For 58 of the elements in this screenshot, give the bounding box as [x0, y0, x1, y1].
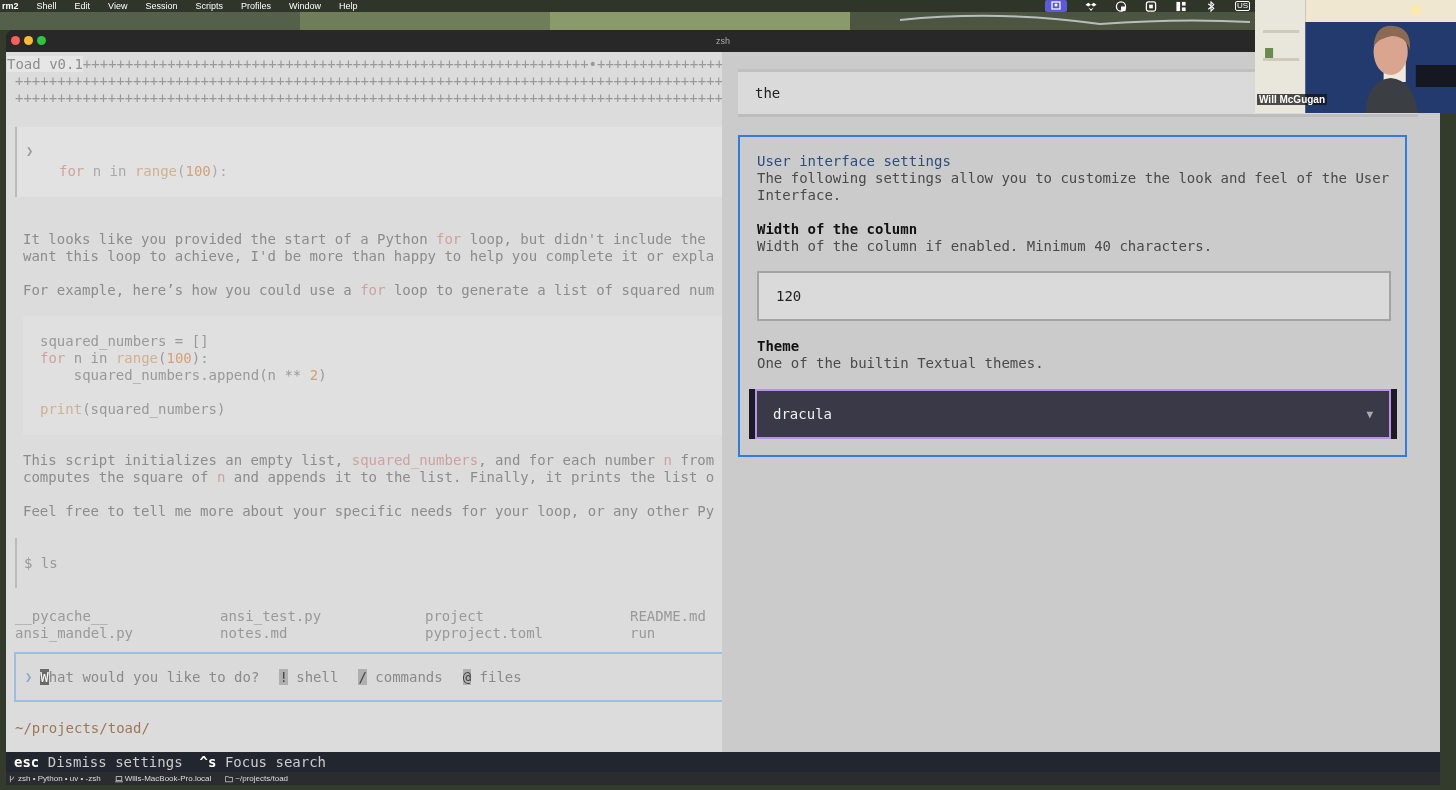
maximize-icon[interactable]: [37, 36, 46, 45]
app-title: Toad v0.1: [7, 56, 83, 72]
settings-description: The following settings allow you to customize the look and feel of the User Interface.: [757, 170, 1391, 204]
menu-item[interactable]: Profiles: [240, 1, 271, 11]
menu-item[interactable]: Window: [288, 1, 321, 11]
key-binding[interactable]: ^s Focus search: [199, 754, 327, 770]
file-name: README.md: [630, 608, 707, 625]
response-text: Feel free to tell me more about your specific needs for your loop, or any other Py: [23, 503, 715, 520]
folder-icon: [225, 774, 234, 783]
setting-help: One of the builtin Textual themes.: [757, 355, 1045, 372]
code-line: print(squared_numbers): [40, 401, 226, 417]
minimize-icon[interactable]: [24, 36, 33, 45]
status-text: Wills-MacBook-Pro.local: [124, 774, 212, 783]
menu-item[interactable]: Edit: [74, 1, 91, 11]
menu-item[interactable]: Scripts: [195, 1, 223, 11]
laptop-icon: [114, 774, 123, 783]
menu-item[interactable]: Help: [339, 1, 358, 11]
response-text: want this loop to achieve, I'd be more than happy to help you complete it or expla: [23, 248, 715, 265]
contact-card-icon[interactable]: [1044, 0, 1067, 12]
window-title: zsh: [716, 36, 730, 46]
number-field[interactable]: 120: [757, 271, 1391, 321]
response-text: For example, here’s how you could use a for loop to generate a list of squared num: [23, 282, 715, 299]
prompt-marker: ❯: [26, 143, 34, 160]
menu-item[interactable]: View: [108, 1, 128, 11]
code-line: squared_numbers.append(n ** 2): [72, 367, 327, 383]
file-name: notes.md: [220, 625, 289, 642]
menu-item[interactable]: Shell: [36, 1, 57, 11]
file-name: ansi_test.py: [220, 608, 323, 625]
key-binding[interactable]: esc Dismiss settings: [14, 754, 183, 770]
setting-label: Width of the column: [757, 221, 919, 238]
file-name: run: [630, 625, 657, 642]
code-line: for n in range(100):: [40, 350, 209, 366]
status-text: zsh • Python • uv • -zsh: [18, 774, 101, 783]
response-text: It looks like you provided the start of a Python for loop, but didn't include the: [23, 231, 706, 248]
branch-icon: [8, 774, 16, 783]
file-name: project: [425, 608, 485, 625]
status-text: ~/projects/toad: [235, 774, 289, 783]
response-text: computes the square of n and appends it to the list. Finally, it prints the list o: [23, 469, 715, 486]
banner-pattern: ++++++++++++++++++++++++++++++++++++++++++++++++++++++++++++++++++++++++++++++++++++: [15, 73, 722, 89]
code-line: squared_numbers = []: [40, 333, 209, 349]
settings-title: User interface settings: [757, 153, 952, 170]
setting-help: Width of the column if enabled. Minimum 40 characters.: [757, 238, 1214, 255]
banner-pattern: ++++++++++++++++++++++++++++++++++++++++++++++++++++++++++++++++++++++++++++++++++++: [15, 90, 722, 106]
file-name: __pycache__: [15, 608, 109, 625]
close-icon[interactable]: [11, 36, 20, 45]
response-text: This script initializes an empty list, squared_numbers, and for each number n from: [23, 452, 715, 469]
layout-icon[interactable]: [1174, 0, 1187, 12]
banner-pattern: ++++++++++++++++++++++++++++++++++++++++++++++++++++++++++++•+++++++++++++++: [82, 56, 722, 72]
working-directory: ~/projects/toad/: [15, 720, 151, 737]
menu-item[interactable]: Session: [145, 1, 178, 11]
setting-label: Theme: [757, 338, 801, 355]
square-icon[interactable]: [1144, 0, 1157, 12]
file-name: pyproject.toml: [425, 625, 544, 642]
app-menu[interactable]: rm2: [2, 1, 19, 11]
file-name: ansi_mandel.py: [15, 625, 134, 642]
input-source[interactable]: US: [1234, 1, 1250, 11]
shell-command: $ ls: [24, 554, 58, 572]
theme-dropdown[interactable]: dracula ▼: [755, 389, 1391, 439]
